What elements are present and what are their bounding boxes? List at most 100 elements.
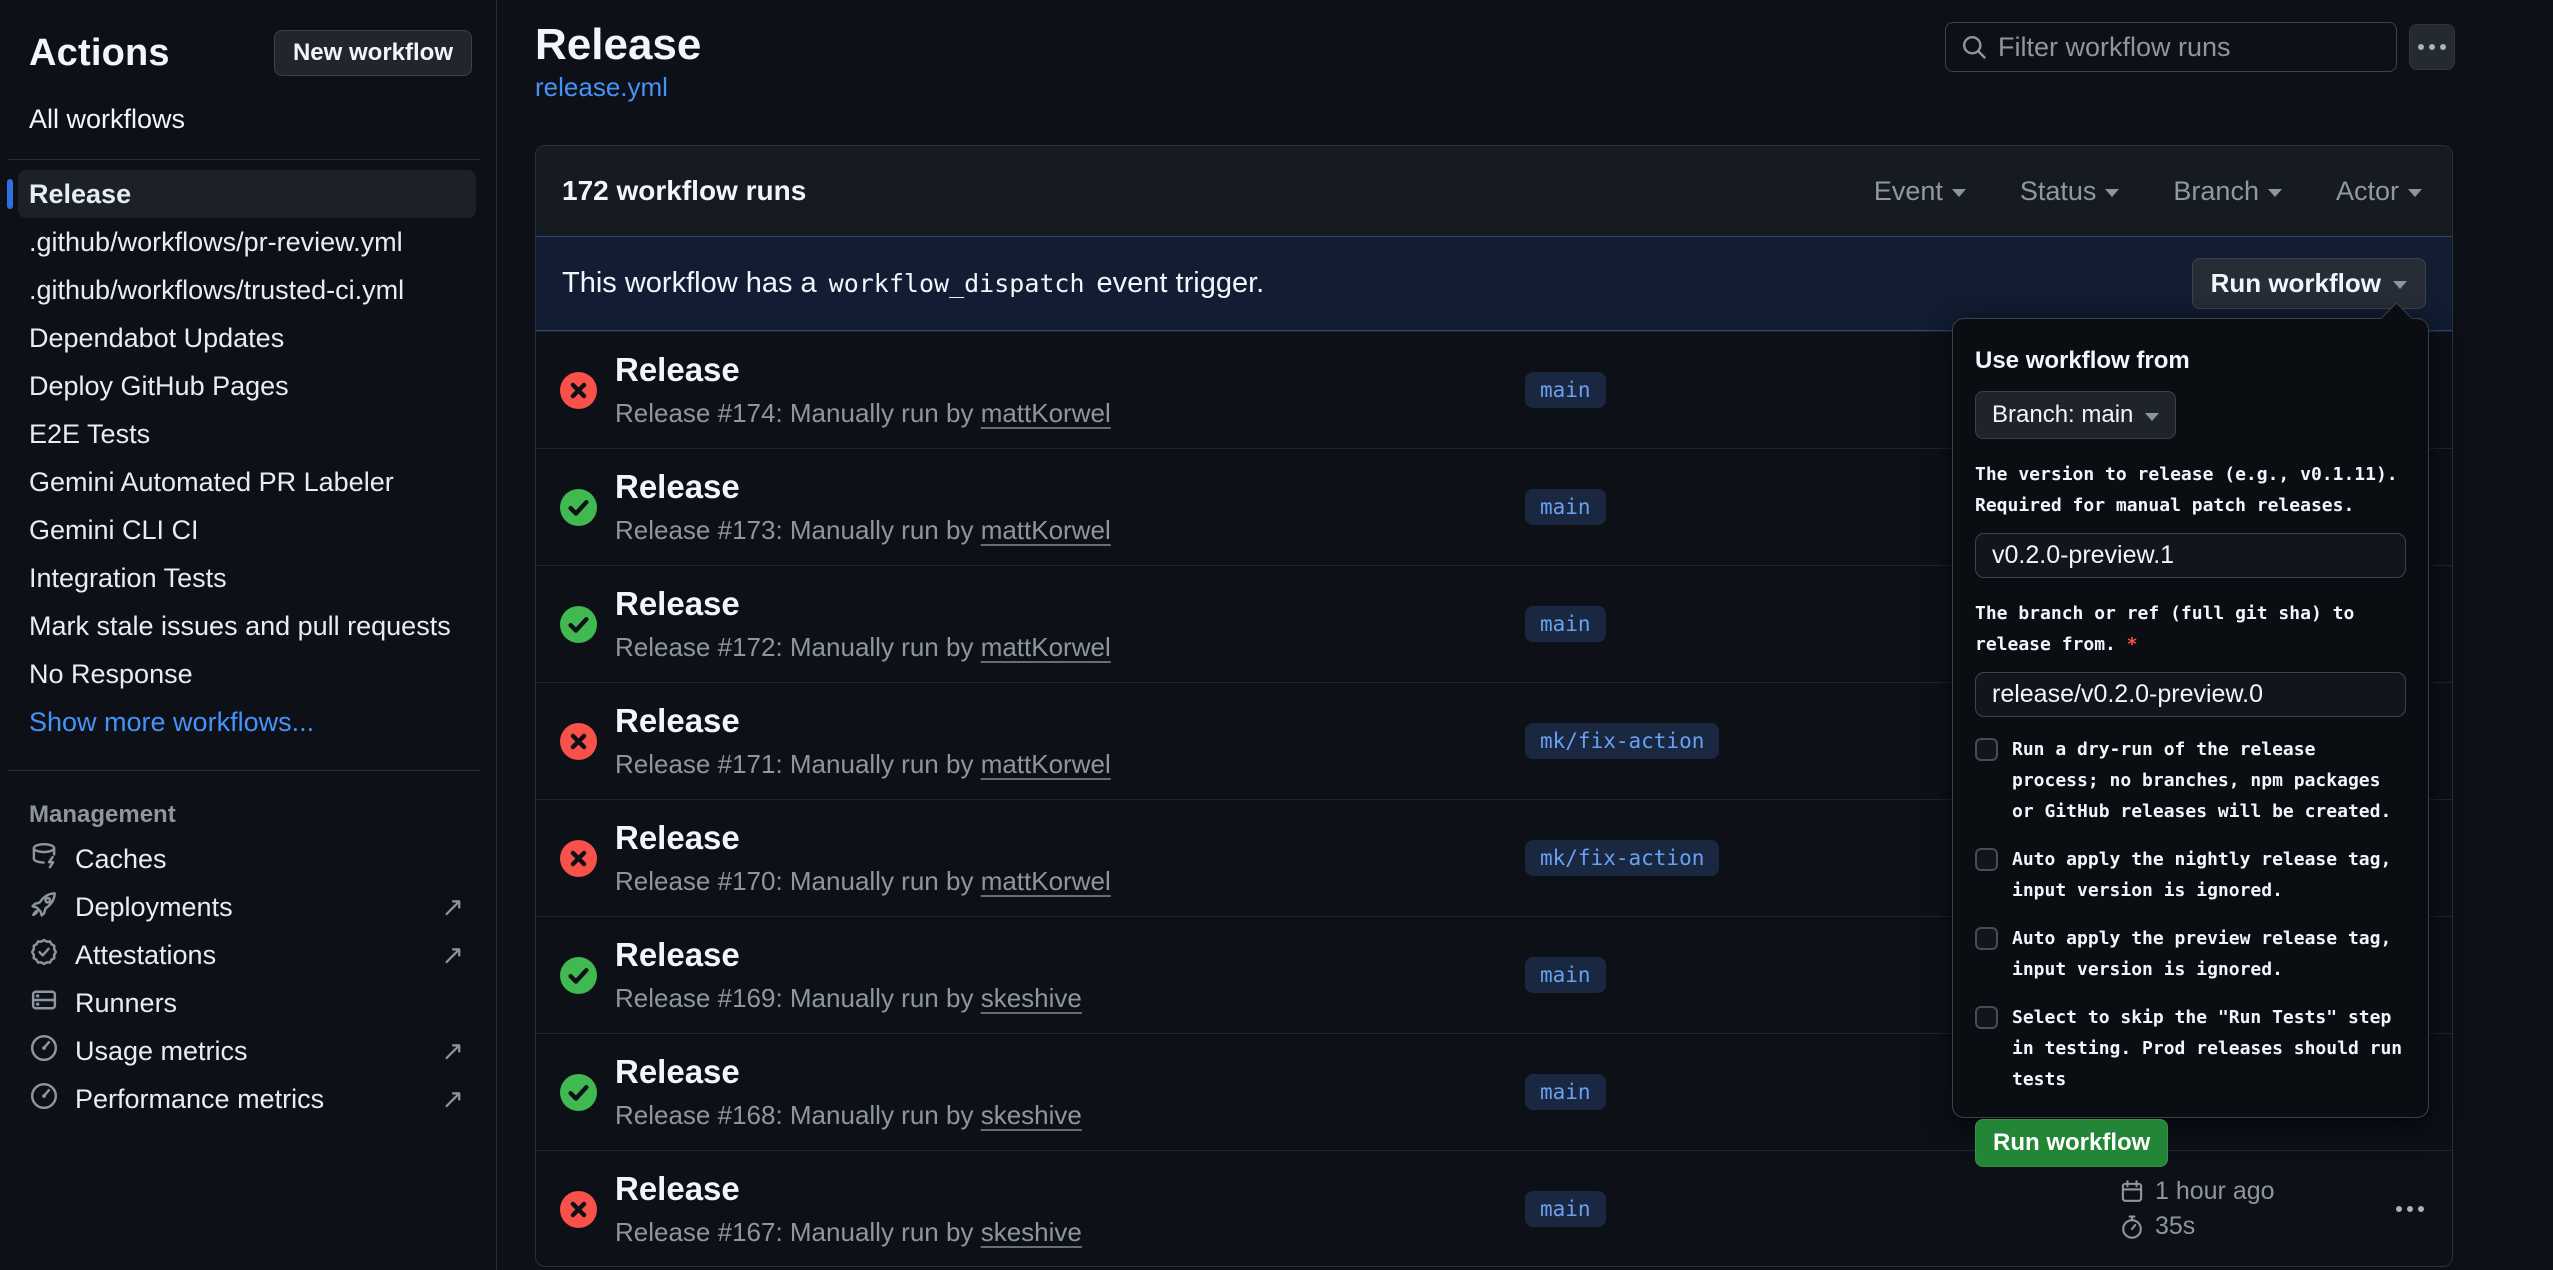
sidebar-item-all-workflows[interactable]: All workflows xyxy=(0,76,496,135)
filter-runs-input[interactable] xyxy=(1998,32,2382,63)
run-title-link[interactable]: Release xyxy=(615,702,1111,740)
verified-badge-icon xyxy=(29,937,59,974)
ref-field-label: The branch or ref (full git sha) to rele… xyxy=(1975,598,2406,660)
external-link-icon: ↗ xyxy=(441,940,464,971)
branch-badge[interactable]: mk/fix-action xyxy=(1525,723,1719,759)
filter-runs-searchbox[interactable] xyxy=(1945,22,2397,72)
sidebar-item-label: Performance metrics xyxy=(75,1084,324,1115)
preview-tag-checkbox[interactable] xyxy=(1975,927,1998,950)
filter-status-dropdown[interactable]: Status xyxy=(2020,176,2120,207)
workflow-dispatch-code: workflow_dispatch xyxy=(829,269,1085,298)
actor-link[interactable]: skeshive xyxy=(981,1217,1082,1247)
sidebar-divider xyxy=(8,159,480,160)
run-title-link[interactable]: Release xyxy=(615,1170,1082,1208)
branch-badge[interactable]: main xyxy=(1525,606,1606,642)
workflow-options-kebab-button[interactable] xyxy=(2409,24,2455,70)
search-icon xyxy=(1960,33,1988,61)
skip-tests-checkbox[interactable] xyxy=(1975,1006,1998,1029)
run-title-link[interactable]: Release xyxy=(615,468,1111,506)
actor-link[interactable]: mattKorwel xyxy=(981,515,1111,545)
run-description: Release #171: Manually run by mattKorwel xyxy=(615,749,1111,780)
branch-badge[interactable]: mk/fix-action xyxy=(1525,840,1719,876)
stopwatch-icon xyxy=(2119,1214,2145,1240)
sidebar-item-dependabot-updates[interactable]: Dependabot Updates xyxy=(18,314,476,362)
sidebar-item-trusted-ci[interactable]: .github/workflows/trusted-ci.yml xyxy=(18,266,476,314)
popup-title: Use workflow from xyxy=(1975,347,2406,375)
run-title-link[interactable]: Release xyxy=(615,936,1082,974)
sidebar-item-pr-review[interactable]: .github/workflows/pr-review.yml xyxy=(18,218,476,266)
filter-event-dropdown[interactable]: Event xyxy=(1874,176,1966,207)
preview-tag-checkbox-row: Auto apply the preview release tag, inpu… xyxy=(1975,923,2406,985)
branch-badge[interactable]: main xyxy=(1525,372,1606,408)
actor-link[interactable]: mattKorwel xyxy=(981,866,1111,896)
branch-badge[interactable]: main xyxy=(1525,957,1606,993)
run-title-link[interactable]: Release xyxy=(615,585,1111,623)
workflow-list: Release .github/workflows/pr-review.yml … xyxy=(0,168,496,746)
page-title: Actions xyxy=(29,32,170,75)
status-success-icon xyxy=(560,606,597,643)
run-options-kebab-button[interactable] xyxy=(2384,1189,2436,1229)
server-icon xyxy=(29,985,59,1022)
meter-icon xyxy=(29,1033,59,1070)
actor-link[interactable]: mattKorwel xyxy=(981,398,1111,428)
show-more-workflows-link[interactable]: Show more workflows... xyxy=(18,698,476,746)
sidebar-item-deploy-github-pages[interactable]: Deploy GitHub Pages xyxy=(18,362,476,410)
sidebar-item-label: Deployments xyxy=(75,892,233,923)
sidebar-item-attestations[interactable]: Attestations ↗ xyxy=(18,931,476,979)
sidebar-item-gemini-cli-ci[interactable]: Gemini CLI CI xyxy=(18,506,476,554)
sidebar-item-mark-stale[interactable]: Mark stale issues and pull requests xyxy=(18,602,476,650)
sidebar-item-no-response[interactable]: No Response xyxy=(18,650,476,698)
sidebar-divider xyxy=(8,770,480,771)
actor-link[interactable]: skeshive xyxy=(981,983,1082,1013)
rocket-icon xyxy=(29,889,59,926)
workflow-file-link[interactable]: release.yml xyxy=(535,72,668,103)
run-title-link[interactable]: Release xyxy=(615,351,1111,389)
sidebar-item-label: Caches xyxy=(75,844,167,875)
checkbox-label: Run a dry-run of the release process; no… xyxy=(2012,734,2406,827)
sidebar-item-label: Runners xyxy=(75,988,177,1019)
checkbox-label: Auto apply the nightly release tag, inpu… xyxy=(2012,844,2406,906)
sidebar-item-release[interactable]: Release xyxy=(18,170,476,218)
sidebar-item-runners[interactable]: Runners xyxy=(18,979,476,1027)
branch-badge[interactable]: main xyxy=(1525,1074,1606,1110)
run-title-link[interactable]: Release xyxy=(615,819,1111,857)
new-workflow-button[interactable]: New workflow xyxy=(274,30,472,76)
runs-count: 172 workflow runs xyxy=(562,175,806,207)
sidebar-item-deployments[interactable]: Deployments ↗ xyxy=(18,883,476,931)
run-description: Release #172: Manually run by mattKorwel xyxy=(615,632,1111,663)
sidebar-item-caches[interactable]: Caches xyxy=(18,835,476,883)
actor-link[interactable]: mattKorwel xyxy=(981,749,1111,779)
chevron-down-icon xyxy=(2408,189,2422,197)
sidebar-item-gemini-pr-labeler[interactable]: Gemini Automated PR Labeler xyxy=(18,458,476,506)
filter-branch-dropdown[interactable]: Branch xyxy=(2173,176,2282,207)
actor-link[interactable]: mattKorwel xyxy=(981,632,1111,662)
dry-run-checkbox-row: Run a dry-run of the release process; no… xyxy=(1975,734,2406,827)
run-workflow-dropdown-button[interactable]: Run workflow xyxy=(2192,258,2426,309)
run-workflow-submit-button[interactable]: Run workflow xyxy=(1975,1119,2168,1167)
run-time: 1 hour ago xyxy=(2155,1177,2275,1206)
version-field-label: The version to release (e.g., v0.1.11). … xyxy=(1975,459,2406,521)
branch-badge[interactable]: main xyxy=(1525,489,1606,525)
branch-badge[interactable]: main xyxy=(1525,1191,1606,1227)
run-title-link[interactable]: Release xyxy=(615,1053,1082,1091)
workflow-run-row[interactable]: Release Release #167: Manually run by sk… xyxy=(536,1150,2452,1267)
chevron-down-icon xyxy=(2105,189,2119,197)
workflow-dispatch-banner: This workflow has a workflow_dispatch ev… xyxy=(536,236,2452,331)
workflow-title: Release xyxy=(535,20,701,70)
chevron-down-icon xyxy=(2393,281,2407,289)
database-icon xyxy=(29,841,59,878)
sidebar-item-label: Attestations xyxy=(75,940,216,971)
sidebar-item-usage-metrics[interactable]: Usage metrics ↗ xyxy=(18,1027,476,1075)
sidebar-item-performance-metrics[interactable]: Performance metrics ↗ xyxy=(18,1075,476,1123)
sidebar-item-integration-tests[interactable]: Integration Tests xyxy=(18,554,476,602)
sidebar-item-e2e-tests[interactable]: E2E Tests xyxy=(18,410,476,458)
chevron-down-icon xyxy=(2268,189,2282,197)
ref-input[interactable] xyxy=(1975,672,2406,717)
version-input[interactable] xyxy=(1975,533,2406,578)
filter-actor-dropdown[interactable]: Actor xyxy=(2336,176,2422,207)
external-link-icon: ↗ xyxy=(441,1036,464,1067)
branch-selector-button[interactable]: Branch: main xyxy=(1975,391,2176,439)
dry-run-checkbox[interactable] xyxy=(1975,738,1998,761)
actor-link[interactable]: skeshive xyxy=(981,1100,1082,1130)
nightly-tag-checkbox[interactable] xyxy=(1975,848,1998,871)
